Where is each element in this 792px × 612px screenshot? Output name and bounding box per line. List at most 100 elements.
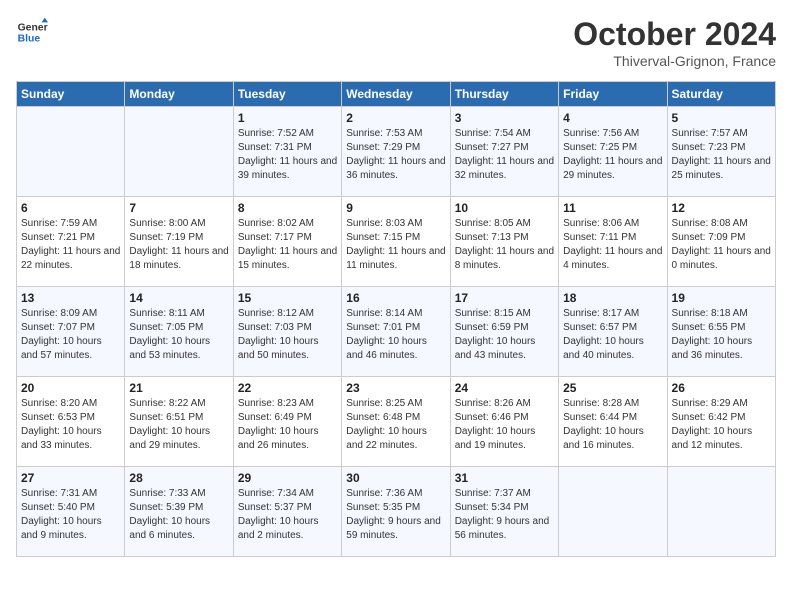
week-row-1: 1 Sunrise: 7:52 AM Sunset: 7:31 PM Daylig… xyxy=(17,107,776,197)
day-info: Sunrise: 8:23 AM Sunset: 6:49 PM Dayligh… xyxy=(238,397,337,453)
day-info: Sunrise: 8:25 AM Sunset: 6:48 PM Dayligh… xyxy=(346,397,445,453)
day-number: 31 xyxy=(455,471,554,485)
day-info: Sunrise: 7:53 AM Sunset: 7:29 PM Dayligh… xyxy=(346,127,445,183)
day-number: 1 xyxy=(238,111,337,125)
day-cell: 9 Sunrise: 8:03 AM Sunset: 7:15 PM Daylig… xyxy=(342,197,450,287)
day-cell: 30 Sunrise: 7:36 AM Sunset: 5:35 PM Dayli… xyxy=(342,467,450,557)
day-number: 3 xyxy=(455,111,554,125)
day-cell: 29Sunrise: 7:34 AM Sunset: 5:37 PM Dayli… xyxy=(233,467,341,557)
weekday-sunday: Sunday xyxy=(17,82,125,107)
day-cell: 26Sunrise: 8:29 AM Sunset: 6:42 PM Dayli… xyxy=(667,377,775,467)
month-title: October 2024 xyxy=(573,16,776,53)
weekday-header-row: SundayMondayTuesdayWednesdayThursdayFrid… xyxy=(17,82,776,107)
day-info: Sunrise: 8:26 AM Sunset: 6:46 PM Dayligh… xyxy=(455,397,554,453)
day-info: Sunrise: 7:37 AM Sunset: 5:34 PM Dayligh… xyxy=(455,487,554,543)
day-cell: 5 Sunrise: 7:57 AM Sunset: 7:23 PM Daylig… xyxy=(667,107,775,197)
day-cell: 14 Sunrise: 8:11 AM Sunset: 7:05 PM Dayli… xyxy=(125,287,233,377)
day-info: Sunrise: 8:08 AM Sunset: 7:09 PM Dayligh… xyxy=(672,217,771,273)
day-number: 7 xyxy=(129,201,228,215)
day-cell: 18Sunrise: 8:17 AM Sunset: 6:57 PM Dayli… xyxy=(559,287,667,377)
day-info: Sunrise: 8:06 AM Sunset: 7:11 PM Dayligh… xyxy=(563,217,662,273)
page-header: General Blue October 2024 Thiverval-Grig… xyxy=(16,16,776,69)
day-number: 19 xyxy=(672,291,771,305)
day-info: Sunrise: 7:34 AM Sunset: 5:37 PM Dayligh… xyxy=(238,487,337,543)
weekday-saturday: Saturday xyxy=(667,82,775,107)
day-number: 28 xyxy=(129,471,228,485)
day-cell: 6 Sunrise: 7:59 AM Sunset: 7:21 PM Daylig… xyxy=(17,197,125,287)
weekday-wednesday: Wednesday xyxy=(342,82,450,107)
day-number: 23 xyxy=(346,381,445,395)
day-cell xyxy=(667,467,775,557)
day-info: Sunrise: 8:09 AM Sunset: 7:07 PM Dayligh… xyxy=(21,307,120,363)
day-info: Sunrise: 7:52 AM Sunset: 7:31 PM Dayligh… xyxy=(238,127,337,183)
day-number: 15 xyxy=(238,291,337,305)
day-info: Sunrise: 8:17 AM Sunset: 6:57 PM Dayligh… xyxy=(563,307,662,363)
day-cell xyxy=(17,107,125,197)
day-number: 22 xyxy=(238,381,337,395)
day-number: 16 xyxy=(346,291,445,305)
day-info: Sunrise: 8:20 AM Sunset: 6:53 PM Dayligh… xyxy=(21,397,120,453)
day-cell: 15 Sunrise: 8:12 AM Sunset: 7:03 PM Dayli… xyxy=(233,287,341,377)
svg-text:Blue: Blue xyxy=(18,34,41,45)
week-row-3: 13 Sunrise: 8:09 AM Sunset: 7:07 PM Dayli… xyxy=(17,287,776,377)
day-number: 14 xyxy=(129,291,228,305)
day-cell: 13 Sunrise: 8:09 AM Sunset: 7:07 PM Dayli… xyxy=(17,287,125,377)
day-cell: 16 Sunrise: 8:14 AM Sunset: 7:01 PM Dayli… xyxy=(342,287,450,377)
day-info: Sunrise: 8:18 AM Sunset: 6:55 PM Dayligh… xyxy=(672,307,771,363)
day-info: Sunrise: 8:00 AM Sunset: 7:19 PM Dayligh… xyxy=(129,217,228,273)
day-number: 5 xyxy=(672,111,771,125)
day-info: Sunrise: 7:57 AM Sunset: 7:23 PM Dayligh… xyxy=(672,127,771,183)
calendar-table: SundayMondayTuesdayWednesdayThursdayFrid… xyxy=(16,81,776,557)
day-info: Sunrise: 8:03 AM Sunset: 7:15 PM Dayligh… xyxy=(346,217,445,273)
day-info: Sunrise: 8:02 AM Sunset: 7:17 PM Dayligh… xyxy=(238,217,337,273)
day-number: 20 xyxy=(21,381,120,395)
day-info: Sunrise: 8:15 AM Sunset: 6:59 PM Dayligh… xyxy=(455,307,554,363)
day-cell: 7 Sunrise: 8:00 AM Sunset: 7:19 PM Daylig… xyxy=(125,197,233,287)
day-cell: 1 Sunrise: 7:52 AM Sunset: 7:31 PM Daylig… xyxy=(233,107,341,197)
day-number: 12 xyxy=(672,201,771,215)
day-cell: 3 Sunrise: 7:54 AM Sunset: 7:27 PM Daylig… xyxy=(450,107,558,197)
day-number: 21 xyxy=(129,381,228,395)
day-number: 30 xyxy=(346,471,445,485)
day-info: Sunrise: 8:12 AM Sunset: 7:03 PM Dayligh… xyxy=(238,307,337,363)
svg-text:General: General xyxy=(18,22,48,33)
day-info: Sunrise: 8:28 AM Sunset: 6:44 PM Dayligh… xyxy=(563,397,662,453)
logo: General Blue xyxy=(16,16,48,48)
day-number: 26 xyxy=(672,381,771,395)
location-subtitle: Thiverval-Grignon, France xyxy=(573,53,776,69)
day-info: Sunrise: 8:11 AM Sunset: 7:05 PM Dayligh… xyxy=(129,307,228,363)
weekday-thursday: Thursday xyxy=(450,82,558,107)
day-number: 17 xyxy=(455,291,554,305)
week-row-4: 20 Sunrise: 8:20 AM Sunset: 6:53 PM Dayli… xyxy=(17,377,776,467)
day-number: 8 xyxy=(238,201,337,215)
day-cell xyxy=(125,107,233,197)
week-row-2: 6 Sunrise: 7:59 AM Sunset: 7:21 PM Daylig… xyxy=(17,197,776,287)
day-info: Sunrise: 7:59 AM Sunset: 7:21 PM Dayligh… xyxy=(21,217,120,273)
day-number: 13 xyxy=(21,291,120,305)
day-cell: 23 Sunrise: 8:25 AM Sunset: 6:48 PM Dayli… xyxy=(342,377,450,467)
day-number: 6 xyxy=(21,201,120,215)
day-info: Sunrise: 8:14 AM Sunset: 7:01 PM Dayligh… xyxy=(346,307,445,363)
title-block: October 2024 Thiverval-Grignon, France xyxy=(573,16,776,69)
day-info: Sunrise: 7:54 AM Sunset: 7:27 PM Dayligh… xyxy=(455,127,554,183)
day-info: Sunrise: 8:22 AM Sunset: 6:51 PM Dayligh… xyxy=(129,397,228,453)
day-number: 11 xyxy=(563,201,662,215)
calendar-body: 1 Sunrise: 7:52 AM Sunset: 7:31 PM Daylig… xyxy=(17,107,776,557)
day-cell: 21 Sunrise: 8:22 AM Sunset: 6:51 PM Dayli… xyxy=(125,377,233,467)
day-cell: 20 Sunrise: 8:20 AM Sunset: 6:53 PM Dayli… xyxy=(17,377,125,467)
day-cell: 2 Sunrise: 7:53 AM Sunset: 7:29 PM Daylig… xyxy=(342,107,450,197)
day-cell: 4Sunrise: 7:56 AM Sunset: 7:25 PM Daylig… xyxy=(559,107,667,197)
weekday-friday: Friday xyxy=(559,82,667,107)
day-cell: 28Sunrise: 7:33 AM Sunset: 5:39 PM Dayli… xyxy=(125,467,233,557)
day-cell: 19 Sunrise: 8:18 AM Sunset: 6:55 PM Dayli… xyxy=(667,287,775,377)
day-number: 27 xyxy=(21,471,120,485)
day-cell: 27Sunrise: 7:31 AM Sunset: 5:40 PM Dayli… xyxy=(17,467,125,557)
day-info: Sunrise: 7:56 AM Sunset: 7:25 PM Dayligh… xyxy=(563,127,662,183)
day-cell: 17 Sunrise: 8:15 AM Sunset: 6:59 PM Dayli… xyxy=(450,287,558,377)
day-number: 9 xyxy=(346,201,445,215)
day-cell: 24 Sunrise: 8:26 AM Sunset: 6:46 PM Dayli… xyxy=(450,377,558,467)
day-info: Sunrise: 7:36 AM Sunset: 5:35 PM Dayligh… xyxy=(346,487,445,543)
day-number: 24 xyxy=(455,381,554,395)
day-number: 2 xyxy=(346,111,445,125)
day-number: 25 xyxy=(563,381,662,395)
